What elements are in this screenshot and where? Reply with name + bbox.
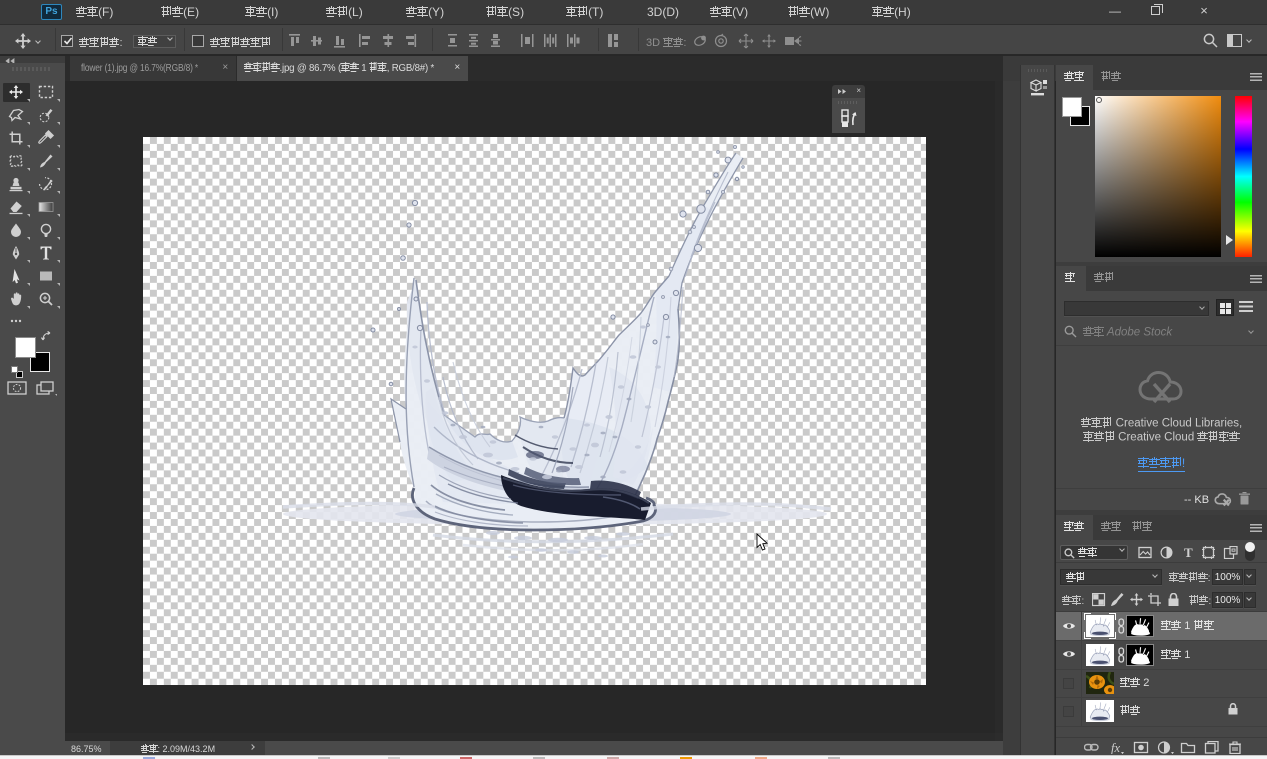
svg-text:fx: fx [1111, 741, 1120, 754]
svg-text:T: T [1184, 546, 1193, 559]
